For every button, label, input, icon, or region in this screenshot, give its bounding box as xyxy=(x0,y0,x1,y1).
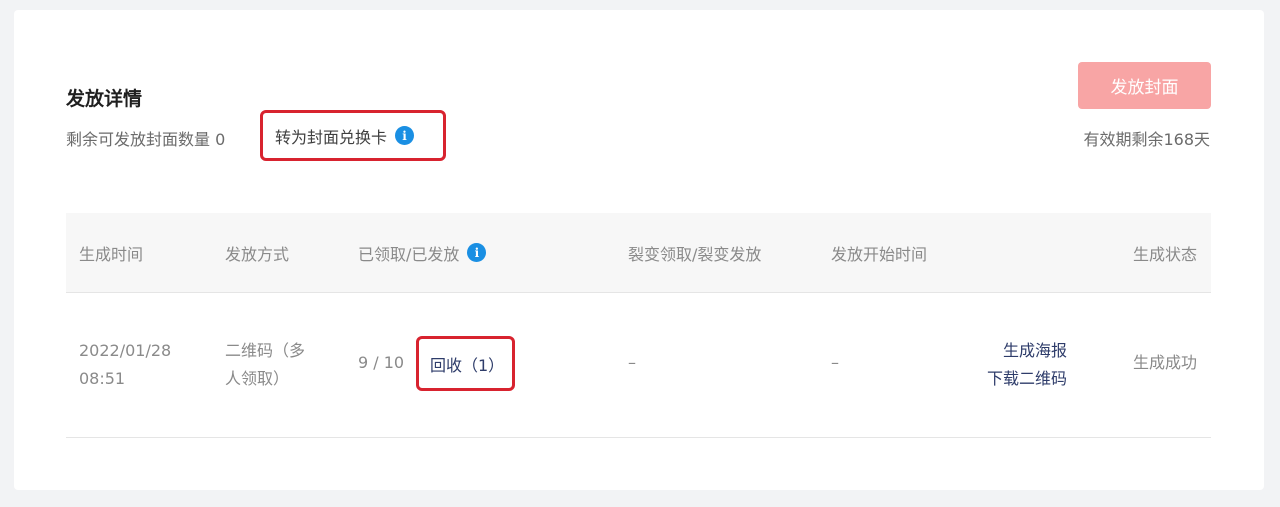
cell-issue-method: 二维码（多 人领取） xyxy=(225,337,305,393)
header-start-time: 发放开始时间 xyxy=(831,244,928,264)
info-icon[interactable]: i xyxy=(395,126,415,145)
created-time: 08:51 xyxy=(79,369,126,388)
section-title: 发放详情 xyxy=(66,88,143,110)
header-claimed-issued: 已领取/已发放 i xyxy=(358,213,487,292)
issue-cover-button[interactable]: 发放封面 xyxy=(1078,62,1211,109)
cell-claimed: 9 / 10 xyxy=(358,353,405,372)
remaining-count: 剩余可发放封面数量 0 xyxy=(66,130,226,149)
header-issue-method: 发放方式 xyxy=(225,244,290,264)
created-date: 2022/01/28 xyxy=(79,341,172,360)
header-created-time: 生成时间 xyxy=(79,244,144,264)
cell-status: 生成成功 xyxy=(1132,353,1197,372)
cell-start-time: – xyxy=(831,353,839,372)
validity-remaining: 有效期剩余168天 xyxy=(1083,130,1210,149)
generate-poster-link[interactable]: 生成海报 xyxy=(987,337,1067,365)
table-header: 生成时间 发放方式 已领取/已发放 i 裂变领取/裂变发放 发放开始时间 生成状… xyxy=(66,213,1211,293)
header-fission: 裂变领取/裂变发放 xyxy=(628,244,762,264)
cell-actions: 生成海报 下载二维码 xyxy=(987,337,1067,393)
recycle-link[interactable]: 回收（1） xyxy=(416,336,515,391)
table-row: 2022/01/28 08:51 二维码（多 人领取） 9 / 10 回收（1）… xyxy=(66,293,1211,438)
header-claimed-label: 已领取/已发放 xyxy=(358,244,460,264)
convert-label: 转为封面兑换卡 xyxy=(275,127,388,147)
convert-to-card-link[interactable]: 转为封面兑换卡 i xyxy=(260,110,446,161)
download-qrcode-link[interactable]: 下载二维码 xyxy=(987,365,1067,393)
header-status: 生成状态 xyxy=(1132,244,1197,264)
cell-fission: – xyxy=(628,353,636,372)
cell-created-time: 2022/01/28 08:51 xyxy=(79,337,171,393)
info-icon[interactable]: i xyxy=(467,243,487,262)
method-line-1: 二维码（多 xyxy=(225,341,306,360)
method-line-2: 人领取） xyxy=(225,369,290,388)
